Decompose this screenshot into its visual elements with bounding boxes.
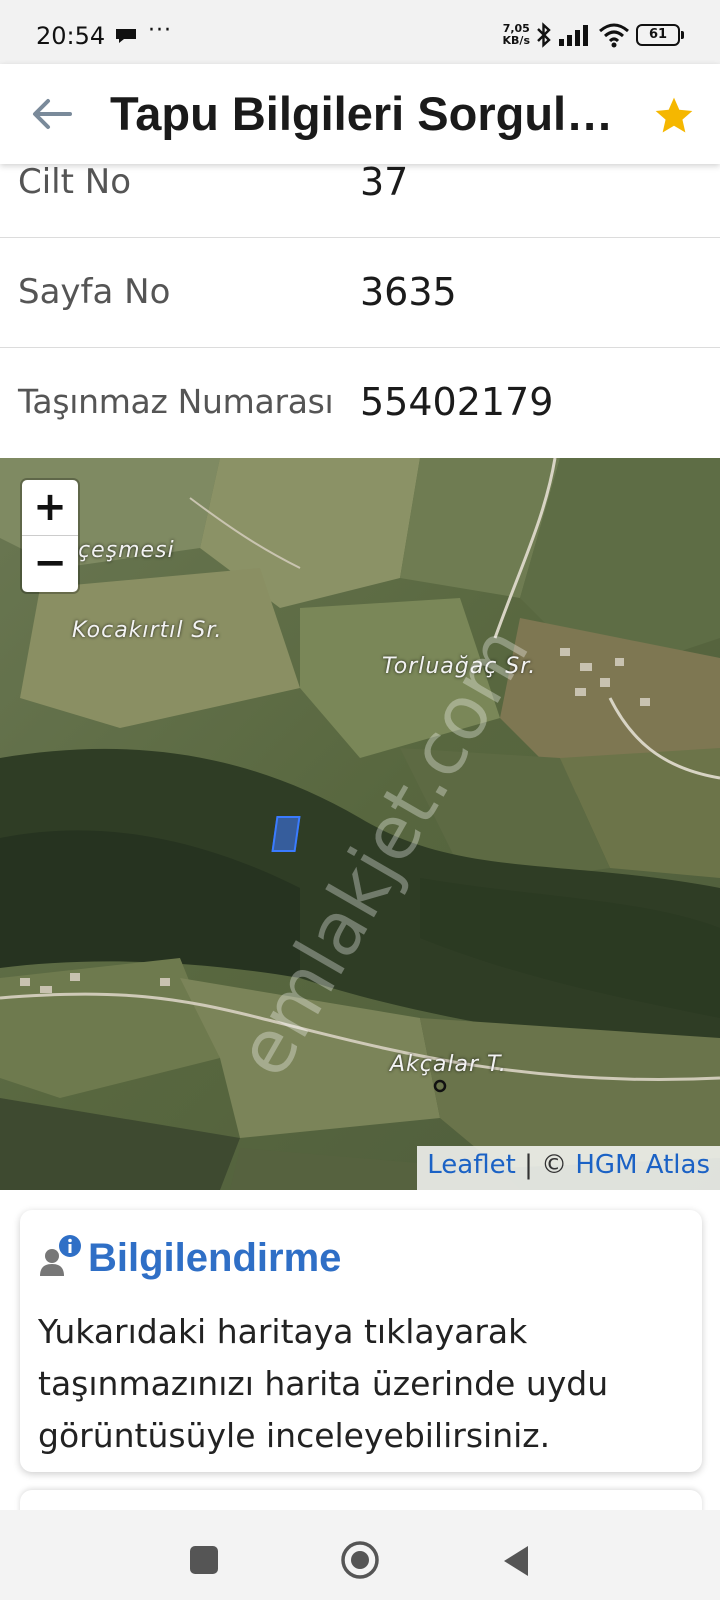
attribution-separator: | © xyxy=(515,1150,576,1180)
info-card-title: Bilgilendirme xyxy=(88,1236,342,1280)
cellular-signal-icon xyxy=(559,25,588,46)
map-label-akcalar: Akçalar T. xyxy=(390,1052,507,1077)
recent-apps-icon[interactable] xyxy=(190,1546,218,1574)
network-speed: 7,05 KB/s xyxy=(503,23,530,47)
info-row-label: Cilt No xyxy=(18,162,132,202)
zoom-in-button[interactable]: + xyxy=(22,480,78,536)
info-row-tasinmaz-numarasi: Taşınmaz Numarası 55402179 xyxy=(0,348,720,456)
wifi-icon xyxy=(599,23,629,48)
map-label-cesmesi: çeşmesi xyxy=(78,538,175,563)
home-icon[interactable] xyxy=(340,1540,380,1580)
info-row-cilt-no: Cilt No 37 xyxy=(0,160,720,238)
back-arrow-icon[interactable] xyxy=(28,90,76,138)
info-card-body: Yukarıdaki haritaya tıklayarak taşınmazı… xyxy=(38,1312,609,1455)
info-row-label: Taşınmaz Numarası xyxy=(18,382,334,421)
battery-indicator: 61 xyxy=(636,24,684,46)
status-indicators: 7,05 KB/s 61 xyxy=(503,20,684,50)
satellite-map[interactable]: çeşmesi Kocakırtıl Sr. Torluağaç Sr. Akç… xyxy=(0,458,720,1190)
app-bar: Tapu Bilgileri Sorgulama xyxy=(0,64,720,164)
back-triangle-icon[interactable] xyxy=(502,1544,530,1578)
page-title: Tapu Bilgileri Sorgulama xyxy=(110,87,620,140)
status-bar: 20:54 ··· 7,05 KB/s 61 xyxy=(0,0,720,64)
property-parcel-marker[interactable] xyxy=(271,816,301,852)
info-row-value: 3635 xyxy=(360,270,457,314)
property-info-table: Cilt No 37 Sayfa No 3635 Taşınmaz Numara… xyxy=(0,160,720,456)
chat-notification-icon xyxy=(116,29,136,43)
zoom-out-button[interactable]: − xyxy=(22,536,78,592)
info-card: Bilgilendirme Yukarıdaki haritaya tıklay… xyxy=(20,1210,702,1472)
info-row-sayfa-no: Sayfa No 3635 xyxy=(0,238,720,348)
zoom-control: + − xyxy=(22,480,78,592)
status-time: 20:54 xyxy=(36,22,106,50)
hgm-atlas-link[interactable]: HGM Atlas xyxy=(575,1150,710,1180)
leaflet-link[interactable]: Leaflet xyxy=(427,1150,516,1180)
map-attribution: Leaflet | © HGM Atlas xyxy=(417,1146,720,1190)
system-navigation-bar xyxy=(0,1510,720,1600)
bluetooth-icon xyxy=(537,22,551,48)
info-row-label: Sayfa No xyxy=(18,272,171,312)
network-speed-unit: KB/s xyxy=(502,34,530,47)
more-notifications-icon: ··· xyxy=(148,18,172,43)
map-label-kocakirtil: Kocakırtıl Sr. xyxy=(72,618,223,643)
info-row-value: 55402179 xyxy=(360,380,554,424)
info-row-value: 37 xyxy=(360,160,409,204)
favorite-star-icon[interactable] xyxy=(652,94,696,138)
user-info-icon xyxy=(40,1235,81,1276)
